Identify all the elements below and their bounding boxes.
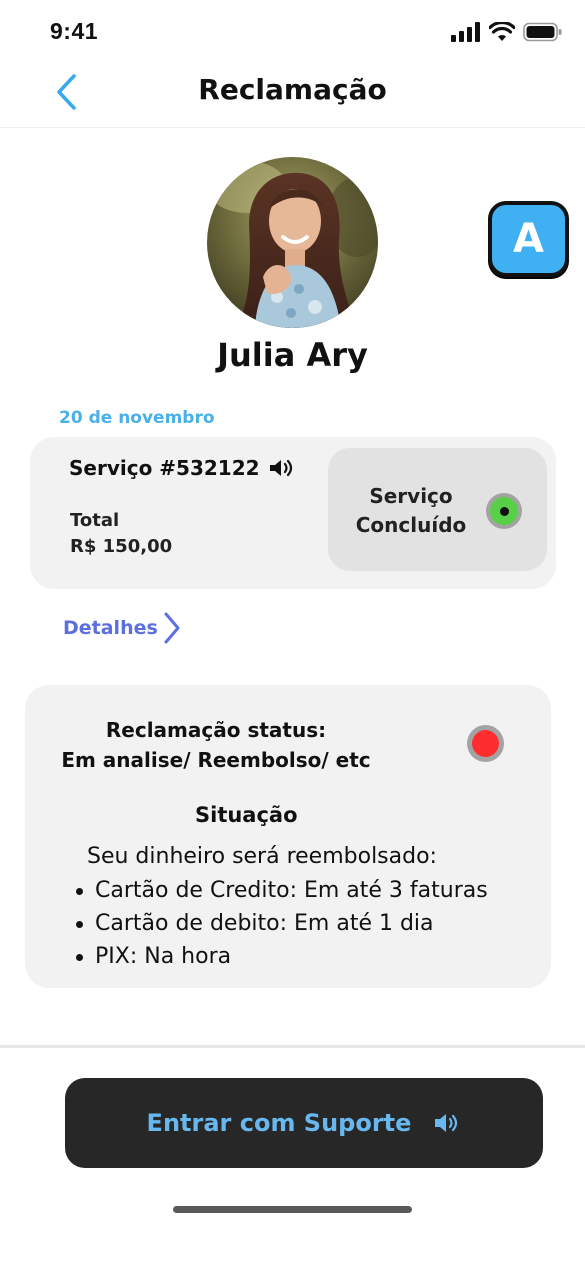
service-date: 20 de novembro xyxy=(59,408,215,428)
service-status-box: Serviço Concluído xyxy=(328,448,547,571)
badge-letter: A xyxy=(513,216,544,262)
nav-bar: Reclamação xyxy=(0,62,585,128)
complaint-status-label: Reclamação status: xyxy=(105,718,327,742)
speaker-icon xyxy=(435,1114,458,1132)
status-icons xyxy=(451,22,563,42)
support-button-label: Entrar com Suporte xyxy=(146,1109,412,1137)
complaint-card: Reclamação status: Em analise/ Reembolso… xyxy=(25,685,551,988)
battery-icon xyxy=(523,22,562,42)
divider xyxy=(0,1045,585,1048)
refund-list: Cartão de Credito: Em até 3 faturas Cart… xyxy=(76,874,505,973)
service-title: Serviço #532122 xyxy=(69,456,260,480)
status-time: 9:41 xyxy=(50,18,99,44)
page-title: Reclamação xyxy=(198,73,387,106)
complaint-status: Reclamação status: Em analise/ Reembolso… xyxy=(61,715,371,775)
total-value: R$ 150,00 xyxy=(70,536,173,557)
details-link[interactable]: Detalhes xyxy=(63,611,182,645)
list-item: PIX: Na hora xyxy=(76,940,505,973)
total-label: Total xyxy=(70,510,120,531)
signal-icon xyxy=(451,22,480,42)
situacao-intro: Seu dinheiro será reembolsado: xyxy=(87,844,437,869)
service-status-line2: Concluído xyxy=(355,513,467,537)
chevron-right-icon xyxy=(164,612,180,644)
avatar-photo xyxy=(207,157,378,328)
wifi-icon xyxy=(489,22,515,41)
service-status-text: Serviço Concluído xyxy=(346,482,476,540)
complaint-status-indicator xyxy=(467,725,504,762)
list-item: Cartão de debito: Em até 1 dia xyxy=(76,907,505,940)
service-card: Serviço #532122 Total R$ 150,00 Serviço … xyxy=(30,437,556,589)
speaker-icon[interactable] xyxy=(268,457,296,479)
list-item: Cartão de Credito: Em até 3 faturas xyxy=(76,874,505,907)
situacao-title: Situação xyxy=(195,803,298,827)
support-button[interactable]: Entrar com Suporte xyxy=(65,1078,543,1168)
home-indicator[interactable] xyxy=(173,1206,412,1213)
service-status-line1: Serviço xyxy=(369,484,453,508)
profile-name: Julia Ary xyxy=(217,336,368,374)
details-label: Detalhes xyxy=(63,617,158,639)
status-bar: 9:41 xyxy=(0,0,585,62)
accessibility-badge[interactable]: A xyxy=(488,201,569,277)
complaint-status-value: Em analise/ Reembolso/ etc xyxy=(61,748,371,772)
service-status-indicator xyxy=(486,493,522,529)
avatar xyxy=(207,157,378,328)
